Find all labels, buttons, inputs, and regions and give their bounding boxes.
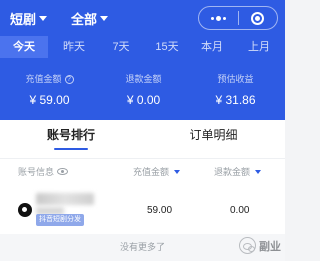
watermark-text: 副业	[259, 240, 281, 253]
help-icon[interactable]: ?	[64, 74, 74, 84]
stat-estimated-income-label: 预估收益	[217, 74, 254, 84]
row-recharge-value: 59.00	[147, 205, 173, 216]
active-tab-indicator	[54, 148, 88, 150]
category-select-label: 短剧	[10, 12, 37, 27]
wechat-channel-icon	[239, 237, 256, 254]
column-account: 账号信息	[18, 165, 69, 178]
tab-today[interactable]: 今天	[0, 36, 48, 58]
stat-recharge: 充值金额 ? ¥ 59.00	[2, 72, 97, 107]
tab-7-days[interactable]: 7天	[98, 36, 144, 58]
title-bar: 短剧 全部	[0, 0, 285, 36]
scope-select[interactable]: 全部	[71, 9, 109, 28]
column-recharge-label: 充值金额	[133, 167, 170, 177]
more-button[interactable]	[199, 7, 238, 29]
chevron-down-icon	[39, 16, 48, 21]
content-panel: 账号排行 订单明细 账号信息 充值金额 退款金额 抖音短剧分发 59.00 0.…	[0, 120, 285, 261]
target-close-icon	[251, 11, 265, 25]
blurred-account-name	[36, 193, 94, 205]
table-header: 账号信息 充值金额 退款金额	[0, 158, 285, 182]
chevron-down-icon	[100, 16, 109, 21]
tab-15-days[interactable]: 15天	[144, 36, 190, 58]
sort-down-icon	[255, 169, 262, 174]
table-row[interactable]: 抖音短剧分发 59.00 0.00	[0, 182, 285, 234]
tab-yesterday[interactable]: 昨天	[50, 36, 98, 58]
tab-order-details[interactable]: 订单明细	[142, 120, 285, 152]
stat-estimated-income-value: ¥ 31.86	[215, 93, 256, 107]
close-miniprogram-button[interactable]	[239, 7, 278, 29]
platform-tag: 抖音短剧分发	[36, 214, 84, 226]
summary-stats: 充值金额 ? ¥ 59.00 退款金额 ¥ 0.00 预估收益 ¥ 31.86	[0, 72, 285, 112]
segment-tabs: 账号排行 订单明细	[0, 120, 285, 152]
watermark: 副业	[239, 237, 281, 254]
tab-last-month[interactable]: 上月	[236, 36, 282, 58]
stat-estimated-income: 预估收益 ¥ 31.86	[188, 72, 283, 107]
stat-recharge-label: 充值金额	[25, 74, 62, 84]
tab-this-month[interactable]: 本月	[188, 36, 236, 58]
miniprogram-capsule	[198, 6, 278, 30]
category-select[interactable]: 短剧	[10, 9, 48, 28]
header-panel: 短剧 全部 今天 昨天 7天 15天 本月 上月 充值金额 ? ¥ 59.00 …	[0, 0, 285, 120]
sort-down-icon	[174, 169, 181, 174]
row-refund-value: 0.00	[230, 205, 250, 216]
column-recharge[interactable]: 充值金额	[133, 165, 181, 178]
scope-select-label: 全部	[71, 12, 98, 27]
eye-icon[interactable]	[57, 168, 69, 175]
stat-refund-label: 退款金额	[125, 74, 162, 84]
more-dots-icon	[210, 15, 226, 21]
stat-refund-value: ¥ 0.00	[126, 93, 161, 107]
column-refund[interactable]: 退款金额	[214, 165, 262, 178]
date-range-tabs: 今天 昨天 7天 15天 本月 上月	[0, 36, 285, 58]
stat-refund: 退款金额 ¥ 0.00	[96, 72, 191, 107]
avatar	[18, 203, 32, 217]
column-account-label: 账号信息	[18, 167, 55, 177]
column-refund-label: 退款金额	[214, 167, 251, 177]
stat-recharge-value: ¥ 59.00	[29, 93, 70, 107]
